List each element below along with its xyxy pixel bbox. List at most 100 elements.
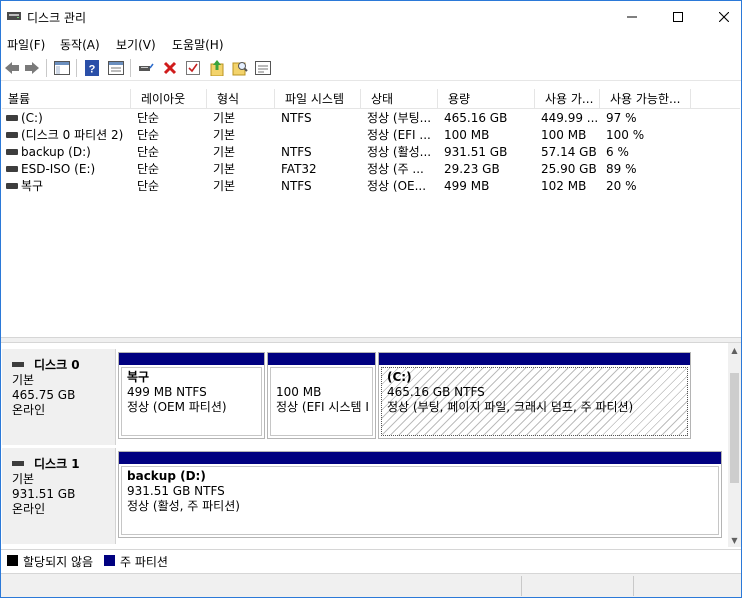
capacity-cell: 100 MB [444,128,490,142]
title-bar: 디스크 관리 [1,1,741,32]
partition-size: 499 MB NTFS [127,385,207,399]
maximize-icon [673,11,683,22]
column-file-system[interactable]: 파일 시스템 [275,89,361,109]
disk-row: 디스크 1 기본 931.51 GB 온라인 backup (D:) 931.5… [2,448,727,544]
rescan-icon [255,61,271,75]
partition-color-bar [379,353,690,365]
import-button[interactable] [208,59,226,77]
disk-icon [12,362,24,367]
table-row[interactable]: (디스크 0 파티션 2) 단순 기본 정상 (EFI ... 100 MB 1… [2,127,740,144]
disk-size: 931.51 GB [12,487,76,501]
scroll-down-icon[interactable]: ▼ [728,533,741,547]
disk-management-app-icon [7,12,21,20]
column-volume[interactable]: 볼륨 [2,89,131,109]
column-status[interactable]: 상태 [361,89,438,109]
volume-list: 볼륨 레이아웃 형식 파일 시스템 상태 용량 사용 가... 사용 가능한..… [2,89,740,337]
menu-file[interactable]: 파일(F) [7,36,45,53]
partition-color-bar [268,353,375,365]
rescan-button[interactable] [254,59,272,77]
svg-text:?: ? [89,64,96,76]
partition-backup-d[interactable]: backup (D:) 931.51 GB NTFS 정상 (활성, 주 파티션… [118,451,722,538]
menu-bar: 파일(F) 동작(A) 보기(V) 도움말(H) [1,32,741,54]
maximize-button[interactable] [655,1,701,32]
disk-type: 기본 [12,472,35,486]
minimize-button[interactable] [609,1,655,32]
capacity-cell: 499 MB [444,179,490,193]
close-button[interactable] [701,1,742,32]
minimize-icon [627,16,637,17]
disk-graph-view: 디스크 0 기본 465.75 GB 온라인 복구 499 MB NTFS 정상… [2,343,727,547]
percent-free-cell: 6 % [606,145,629,159]
partition-efi[interactable]: 100 MB 정상 (EFI 시스템 I [267,352,376,439]
partition-size: 931.51 GB NTFS [127,484,225,498]
layout-cell: 단순 [137,128,160,142]
disk-icon [12,461,24,466]
capacity-cell: 29.23 GB [444,162,500,176]
properties-button[interactable] [107,59,125,77]
partition-status: 정상 (EFI 시스템 I [276,400,369,414]
legend-unallocated-swatch [7,555,18,566]
disk-1-label[interactable]: 디스크 1 기본 931.51 GB 온라인 [2,448,116,544]
menu-help[interactable]: 도움말(H) [172,36,224,53]
check-icon [186,61,200,75]
partition-status: 정상 (OEM 파티션) [127,400,227,414]
type-cell: 기본 [213,111,236,125]
delete-icon [163,61,177,75]
window-title: 디스크 관리 [27,11,87,25]
table-row[interactable]: backup (D:) 단순 기본 NTFS 정상 (활성... 931.51 … [2,144,740,161]
toolbar: ? [1,55,741,81]
type-cell: 기본 [213,128,236,142]
partition-color-bar [119,452,721,464]
column-type[interactable]: 형식 [207,89,275,109]
volume-icon [6,165,18,172]
type-cell: 기본 [213,179,236,193]
column-free-space[interactable]: 사용 가... [535,89,600,109]
status-cell: 정상 (활성... [367,145,432,159]
file-system-cell: NTFS [281,145,312,159]
percent-free-cell: 20 % [606,179,637,193]
disk-status: 온라인 [12,502,46,516]
file-system-cell: NTFS [281,179,312,193]
status-cell: 정상 (주 ... [367,162,424,176]
partition-title [276,370,367,385]
console-tree-button[interactable] [53,59,71,77]
help-button[interactable]: ? [83,59,101,77]
column-layout[interactable]: 레이아웃 [131,89,207,109]
free-space-cell: 449.99 ... [541,111,599,125]
partition-size: 100 MB [276,385,322,399]
menu-view[interactable]: 보기(V) [116,36,156,53]
column-capacity[interactable]: 용량 [438,89,535,109]
check-button[interactable] [184,59,202,77]
connect-button[interactable] [137,59,155,77]
forward-button[interactable] [23,59,41,77]
volume-cell: (디스크 0 파티션 2) [2,127,131,144]
back-button[interactable] [3,59,21,77]
free-space-cell: 25.90 GB [541,162,597,176]
vertical-scrollbar[interactable]: ▲ ▼ [728,343,741,547]
status-bar-separator [521,576,522,596]
disk-name: 디스크 1 [34,457,80,471]
scroll-thumb[interactable] [730,373,739,483]
volume-icon [6,148,18,155]
partition-body: (C:) 465.16 GB NTFS 정상 (부팅, 페이지 파일, 크래시 … [381,367,688,436]
volume-cell: ESD-ISO (E:) [2,161,131,178]
disk-size: 465.75 GB [12,388,76,402]
column-percent-free[interactable]: 사용 가능한... [600,89,691,109]
type-cell: 기본 [213,162,236,176]
table-row[interactable]: ESD-ISO (E:) 단순 기본 FAT32 정상 (주 ... 29.23… [2,161,740,178]
scroll-up-icon[interactable]: ▲ [728,343,741,357]
search-icon [232,62,248,76]
volume-cell: backup (D:) [2,144,131,161]
partition-c[interactable]: (C:) 465.16 GB NTFS 정상 (부팅, 페이지 파일, 크래시 … [378,352,691,439]
delete-button[interactable] [161,59,179,77]
partition-recovery[interactable]: 복구 499 MB NTFS 정상 (OEM 파티션) [118,352,265,439]
table-row[interactable]: (C:) 단순 기본 NTFS 정상 (부팅... 465.16 GB 449.… [2,110,740,127]
table-row[interactable]: 복구 단순 기본 NTFS 정상 (OE... 499 MB 102 MB 20… [2,178,740,195]
properties-icon [108,61,124,75]
free-space-cell: 102 MB [541,179,587,193]
disk-0-label[interactable]: 디스크 0 기본 465.75 GB 온라인 [2,349,116,445]
free-space-cell: 57.14 GB [541,145,597,159]
partition-status: 정상 (부팅, 페이지 파일, 크래시 덤프, 주 파티션) [387,400,634,414]
menu-action[interactable]: 동작(A) [60,36,100,53]
search-button[interactable] [231,59,249,77]
